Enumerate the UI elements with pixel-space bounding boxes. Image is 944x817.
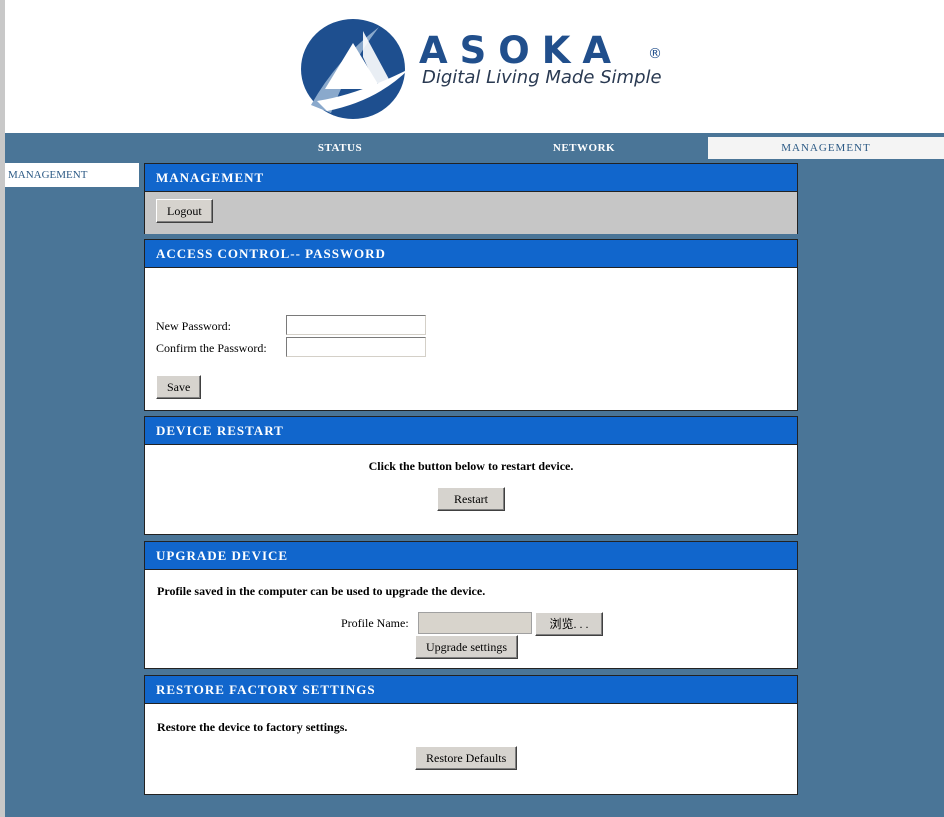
- restart-panel: DEVICE RESTART Click the button below to…: [144, 416, 798, 535]
- upgrade-panel-body: Profile saved in the computer can be use…: [145, 570, 797, 669]
- tab-management[interactable]: MANAGEMENT: [708, 137, 944, 159]
- brand-tagline: Digital Living Made Simple: [422, 67, 662, 88]
- confirm-password-input[interactable]: [286, 337, 426, 357]
- new-password-input[interactable]: [286, 315, 426, 335]
- new-password-label: New Password:: [156, 319, 231, 333]
- restore-panel: RESTORE FACTORY SETTINGS Restore the dev…: [144, 675, 798, 795]
- restart-instruction: Click the button below to restart device…: [368, 459, 574, 473]
- restore-panel-title: RESTORE FACTORY SETTINGS: [145, 676, 797, 704]
- save-button[interactable]: Save: [156, 375, 202, 399]
- header: ASOKA ® Digital Living Made Simple: [5, 0, 944, 133]
- profile-name-input[interactable]: [418, 612, 532, 634]
- management-panel: MANAGEMENT Logout: [144, 163, 798, 234]
- tab-status[interactable]: STATUS: [275, 137, 405, 159]
- password-panel: ACCESS CONTROL-- PASSWORD New Password: …: [144, 239, 798, 411]
- sidebar-item-management[interactable]: MANAGEMENT: [5, 163, 139, 187]
- profile-name-label: Profile Name:: [341, 616, 409, 630]
- upgrade-settings-button[interactable]: Upgrade settings: [415, 635, 518, 659]
- upgrade-panel: UPGRADE DEVICE Profile saved in the comp…: [144, 541, 798, 669]
- restore-panel-body: Restore the device to factory settings. …: [145, 704, 797, 795]
- restart-button[interactable]: Restart: [437, 487, 505, 511]
- confirm-password-label: Confirm the Password:: [156, 341, 267, 355]
- tab-network[interactable]: NETWORK: [519, 137, 649, 159]
- restore-description: Restore the device to factory settings.: [157, 720, 348, 734]
- brand-name: ASOKA: [419, 29, 624, 72]
- restart-panel-title: DEVICE RESTART: [145, 417, 797, 445]
- logout-button[interactable]: Logout: [156, 199, 213, 223]
- browse-button[interactable]: 浏览. . .: [535, 612, 603, 636]
- management-panel-body: Logout: [145, 192, 797, 234]
- brand-logo: ASOKA ® Digital Living Made Simple: [297, 9, 697, 124]
- top-nav: STATUS NETWORK MANAGEMENT: [5, 133, 944, 159]
- upgrade-panel-title: UPGRADE DEVICE: [145, 542, 797, 570]
- password-panel-title: ACCESS CONTROL-- PASSWORD: [145, 240, 797, 268]
- management-panel-title: MANAGEMENT: [145, 164, 797, 192]
- password-panel-body: New Password: Confirm the Password: Save: [145, 268, 797, 411]
- asoka-logo-icon: [301, 19, 409, 119]
- restart-panel-body: Click the button below to restart device…: [145, 445, 797, 535]
- registered-mark: ®: [648, 46, 662, 62]
- restore-defaults-button[interactable]: Restore Defaults: [415, 746, 518, 770]
- upgrade-description: Profile saved in the computer can be use…: [157, 584, 486, 598]
